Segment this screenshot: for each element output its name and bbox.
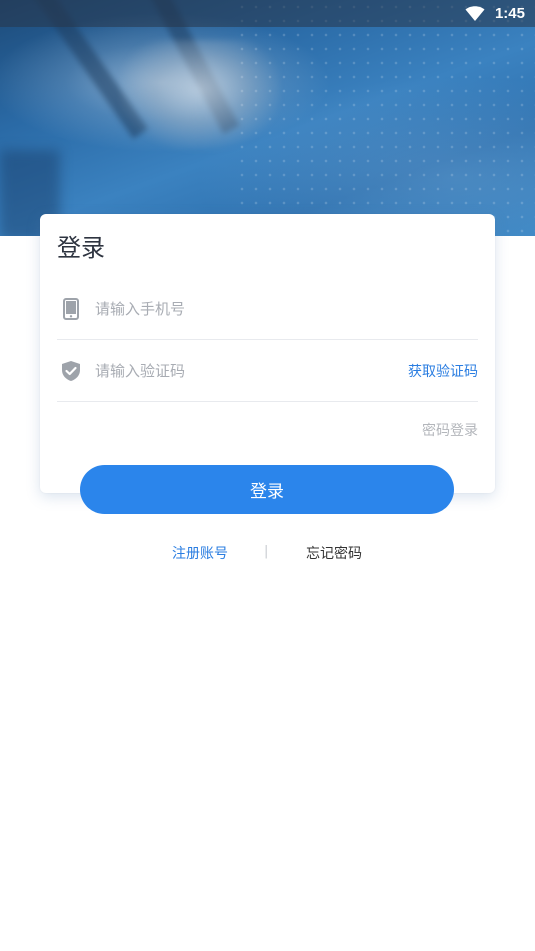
- login-screen: 1:45 登录 获取验证码 密码登录: [0, 0, 535, 951]
- phone-row: [57, 278, 478, 340]
- password-login-link[interactable]: 密码登录: [422, 420, 478, 440]
- phone-input[interactable]: [95, 299, 478, 318]
- login-button[interactable]: 登录: [80, 465, 454, 514]
- status-time: 1:45: [494, 5, 525, 22]
- verification-code-input[interactable]: [95, 361, 408, 380]
- wifi-icon: [465, 5, 485, 22]
- bottom-links: 注册账号 | 忘记密码: [0, 543, 535, 563]
- page-title: 登录: [57, 234, 105, 262]
- get-code-button[interactable]: 获取验证码: [408, 361, 478, 381]
- phone-icon: [60, 297, 82, 321]
- hero-banner-image: [0, 0, 535, 236]
- register-link[interactable]: 注册账号: [172, 543, 228, 563]
- hero-texture: [235, 0, 535, 236]
- forgot-password-link[interactable]: 忘记密码: [306, 543, 362, 563]
- login-card: 登录 获取验证码 密码登录: [40, 214, 495, 493]
- shield-check-icon: [60, 359, 82, 383]
- status-bar: 1:45: [0, 0, 535, 27]
- verification-code-row: 获取验证码: [57, 340, 478, 402]
- link-divider: |: [264, 544, 269, 559]
